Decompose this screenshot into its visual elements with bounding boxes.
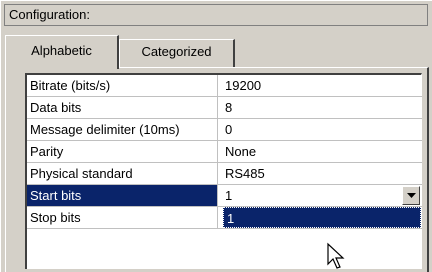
- property-row-data-bits[interactable]: Data bits 8: [27, 97, 422, 119]
- property-row-physical-standard[interactable]: Physical standard RS485: [27, 163, 422, 185]
- property-row-parity[interactable]: Parity None: [27, 141, 422, 163]
- chevron-down-icon: [406, 192, 416, 198]
- property-value[interactable]: None: [219, 141, 256, 162]
- property-row-stop-bits[interactable]: Stop bits 1: [27, 207, 422, 229]
- arrow-cursor-icon: [327, 242, 345, 269]
- property-name: Start bits: [27, 185, 218, 206]
- tab-alphabetic[interactable]: Alphabetic: [5, 35, 119, 69]
- property-name: Bitrate (bits/s): [27, 75, 218, 96]
- configuration-title: Configuration:: [4, 4, 428, 26]
- property-row-start-bits[interactable]: Start bits 1: [27, 185, 422, 207]
- tab-categorized[interactable]: Categorized: [119, 39, 235, 67]
- property-value[interactable]: 19200: [219, 75, 261, 96]
- property-name: Data bits: [27, 97, 218, 118]
- property-name: Message delimiter (10ms): [27, 119, 218, 140]
- property-grid: Bitrate (bits/s) 19200 Data bits 8 Messa…: [25, 73, 422, 269]
- property-value-combo[interactable]: 1: [219, 185, 232, 206]
- property-value[interactable]: RS485: [219, 163, 265, 184]
- tab-label: Alphabetic: [31, 43, 92, 58]
- property-name: Stop bits: [27, 207, 218, 228]
- configuration-window: Configuration: Alphabetic Categorized Bi…: [0, 0, 432, 272]
- tab-label: Categorized: [141, 44, 212, 59]
- property-row-message-delimiter[interactable]: Message delimiter (10ms) 0: [27, 119, 422, 141]
- combo-dropdown-button[interactable]: [402, 186, 420, 205]
- property-name: Physical standard: [27, 163, 218, 184]
- property-value[interactable]: 0: [219, 119, 232, 140]
- dropdown-option-selected[interactable]: 1: [223, 207, 421, 228]
- property-value[interactable]: 8: [219, 97, 232, 118]
- property-name: Parity: [27, 141, 218, 162]
- property-row-bitrate[interactable]: Bitrate (bits/s) 19200: [27, 75, 422, 97]
